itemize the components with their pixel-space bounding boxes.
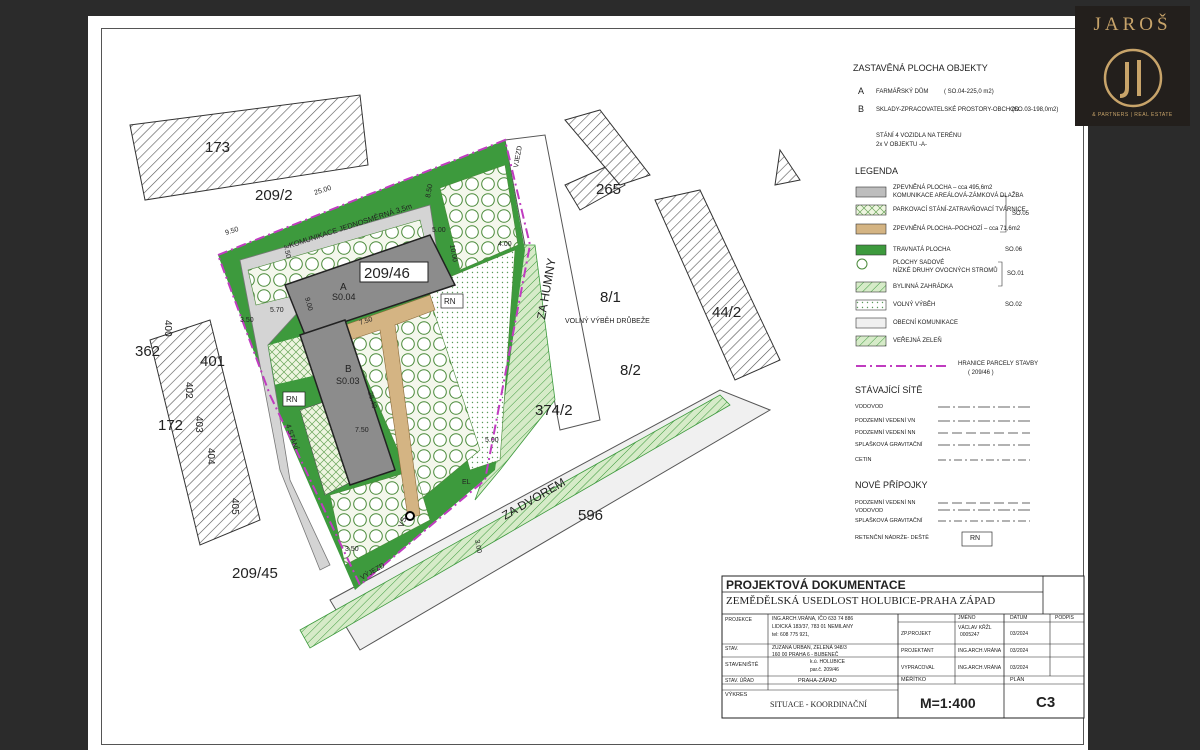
parking-line-1: STÁNÍ 4 VOZIDLA NA TERÉNU [876,133,962,139]
existing-network-4: CETIN [855,457,872,463]
logo-tagline: & PARTNERS | REAL ESTATE [1092,112,1173,118]
tb-projekce-2: LIDICKÁ 183/37, 783 01 NEMILANY [772,624,854,630]
legend-orchard-code: SO.01 [1007,271,1025,277]
tb-zp-label: ZP.PROJEKT [901,631,932,637]
new-connection-0: PODZEMNÍ VEDENÍ NN [855,500,916,506]
tb-projekce-label: PROJEKCE [725,617,752,623]
tb-zp-date: 03/2024 [1010,631,1029,637]
existing-network-1: PODZEMNÍ VEDENÍ VN [855,418,916,424]
legend-free-range-text: VOLNÝ VÝBĚH [893,302,936,308]
existing-network-3: SPLAŠKOVÁ GRAVITAČNÍ [855,442,923,448]
built-area-b-detail: (SO.03-198,0m2) [1012,107,1059,113]
tb-staveniste-label: STAVENIŠTĚ [725,662,759,668]
existing-network-0: VODOVOD [855,404,884,410]
tb-vypracoval-date: 03/2024 [1010,665,1029,671]
tb-staveniste-1: k.ú. HOLUBICE [810,659,846,665]
legend-heading: LEGENDA [855,166,899,176]
new-connection-1: VODOVOD [855,508,884,514]
tb-stav-label: STAV. [725,646,739,652]
legend-public-road-text: OBECNÍ KOMUNIKACE [893,320,959,326]
legend-paved-text2: KOMUNIKACE AREÁLOVÁ-ZÁMKOVÁ DLAŽBA [893,193,1024,199]
legend-orchard-text: PLOCHY SADOVÉ [893,260,945,266]
tb-stav-1: ZUZANA URBAN, ZELENÁ 948/3 [772,645,847,651]
legend-orchard-text2: NÍZKÉ DRUHY OVOCNÝCH STROMŮ [893,268,998,274]
tb-vypracoval-name: ING.ARCH.VRÁNA [958,665,1002,671]
tb-col-jmeno: JMÉNO [958,615,976,621]
legend-boundary-text: HRANICE PARCELY STAVBY [958,361,1039,367]
tb-projekce-3: tel: 608 775 921, [772,632,810,638]
company-logo: JAROŠ & PARTNERS | REAL ESTATE [1075,6,1190,126]
tb-projekce-1: ING.ARCH.VRÁNA, IČO 633 74 886 [772,616,854,622]
retention-label: RETENČNÍ NÁDRŽE- DEŠTĚ [855,535,929,541]
tb-meritko-label: MĚŘÍTKO [901,677,927,683]
tb-scale: M=1:400 [920,695,976,711]
legend-grass-text: TRAVNATÁ PLOCHA [893,247,951,253]
legend-parking-text: PARKOVACÍ STÁNÍ-ZATRAVŇOVACÍ TVÁRNICE [893,207,1026,213]
built-area-b-text: SKLADY-ZPRACOVATELSKÉ PROSTORY-OBCHOD [876,107,1020,113]
parking-line-2: 2x V OBJEKTU -A- [876,142,928,148]
tb-col-datum: DATUM [1010,615,1028,621]
tb-col-podpis: PODPIS [1055,615,1074,621]
tb-vykres-label: VÝKRES [725,692,748,698]
tb-sheet: C3 [1036,694,1056,711]
built-area-a-letter: A [858,86,865,96]
legend-parking-code: SO.05 [1012,211,1030,217]
tb-urad-value: PRAHA-ZÁPAD [798,678,837,684]
tb-vypracoval-label: VYPRACOVAL [901,665,935,671]
legend-paved-text: ZPEVNĚNÁ PLOCHA – cca 495,6m2 [893,185,993,191]
built-area-a-detail: ( SO.04-225,0 m2) [944,89,994,95]
tb-projektant-date: 03/2024 [1010,648,1029,654]
tb-plan-label: PLÁN [1010,677,1025,683]
legend-footpath-text: ZPEVNĚNÁ PLOCHA–POCHOZÍ – cca 71,6m2 [893,226,1021,232]
tb-projektant-label: PROJEKTANT [901,648,934,654]
legend-grass-code: SO.06 [1005,247,1023,253]
tb-urad-label: STAV. ÚŘAD [725,678,754,684]
existing-network-2: PODZEMNÍ VEDENÍ NN [855,430,916,436]
built-area-b-letter: B [858,104,865,114]
tb-projektant-name: ING.ARCH.VRÁNA [958,648,1002,654]
built-area-heading: ZASTAVĚNÁ PLOCHA OBJEKTY [853,63,988,73]
tb-title: PROJEKTOVÁ DOKUMENTACE [726,578,906,592]
new-connection-2: SPLAŠKOVÁ GRAVITAČNÍ [855,518,923,524]
logo-monogram-icon [1103,48,1163,108]
tb-zp-num: 0005247 [960,632,980,638]
retention-code: RN [970,535,981,542]
tb-vykres-value: SITUACE - KOORDINAČNÍ [770,700,867,709]
legend-public-green-text: VEŘEJNÁ ZELEŇ [893,338,942,344]
built-area-a-text: FARMÁŘSKÝ DŮM [876,89,929,95]
existing-networks-heading: STÁVAJÍCÍ SÍTĚ [855,385,923,395]
new-connections-heading: NOVÉ PŘÍPOJKY [855,480,928,490]
legend-herb-text: BYLINNÁ ZAHRÁDKA [893,284,954,290]
legend-boundary-parcel: ( 209/46 ) [968,370,994,376]
tb-stav-2: 160 00 PRAHA 6 - BUBENEČ [772,652,839,658]
tb-zp-name: VÁCLAV KŘŽL [958,625,992,631]
legend-free-range-code: SO.02 [1005,302,1023,308]
tb-subtitle: ZEMĚDĚLSKÁ USEDLOST HOLUBICE-PRAHA ZÁPAD [726,595,996,607]
tb-staveniste-2: par.č. 209/46 [810,667,839,673]
